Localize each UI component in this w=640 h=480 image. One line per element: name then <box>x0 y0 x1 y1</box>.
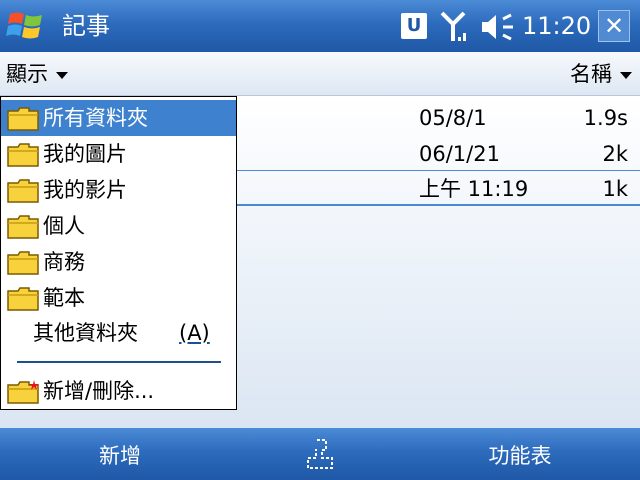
sort-label: 名稱 <box>570 62 612 86</box>
new-folder-icon <box>7 380 39 404</box>
filter-bar: 顯示 名稱 <box>0 52 640 96</box>
folder-item-label: 我的圖片 <box>43 142 127 166</box>
signal-icon[interactable] <box>440 10 468 44</box>
note-date: 05/8/1 <box>419 106 487 130</box>
folder-item-pictures[interactable]: 我的圖片 <box>1 136 236 172</box>
note-row[interactable]: 上午 11:19 1k <box>236 170 640 206</box>
folder-item-personal[interactable]: 個人 <box>1 208 236 244</box>
folder-icon <box>7 251 39 275</box>
folder-icon <box>7 107 39 131</box>
folder-item-label: 範本 <box>43 286 85 310</box>
dropdown-arrow-icon <box>56 71 68 79</box>
folder-item-label: 所有資料夾 <box>43 106 148 130</box>
folder-icon <box>7 179 39 203</box>
windows-start-icon[interactable] <box>6 8 46 44</box>
clock[interactable]: 11:20 <box>522 10 591 42</box>
add-delete-label: 新增/刪除... <box>43 379 155 403</box>
app-title: 記事 <box>62 12 110 40</box>
note-row[interactable]: 06/1/21 2k <box>236 136 640 172</box>
other-folders-label: 其他資料夾 <box>33 321 138 345</box>
other-folders-item[interactable]: 其他資料夾 (A) <box>33 319 210 347</box>
note-size: 1k <box>602 177 628 201</box>
note-row[interactable]: 05/8/1 1.9s <box>236 100 640 136</box>
folder-icon <box>7 287 39 311</box>
folder-item-business[interactable]: 商務 <box>1 244 236 280</box>
folder-item-label: 商務 <box>43 250 85 274</box>
note-date: 上午 11:19 <box>419 177 529 201</box>
menu-softkey[interactable]: 功能表 <box>400 428 640 480</box>
close-button[interactable]: ✕ <box>598 10 630 42</box>
folder-item-all[interactable]: 所有資料夾 <box>1 100 236 136</box>
folder-icon <box>7 143 39 167</box>
folder-item-videos[interactable]: 我的影片 <box>1 172 236 208</box>
menu-separator <box>17 361 221 363</box>
folder-dropdown: 所有資料夾 我的圖片 我的影片 個人 商務 範本 其他資料夾 (A) 新增/刪除… <box>0 96 237 410</box>
keyboard-input-icon[interactable] <box>302 436 338 472</box>
dropdown-arrow-icon <box>620 71 632 79</box>
folder-icon <box>7 215 39 239</box>
u-status-icon[interactable]: U <box>401 13 427 39</box>
folder-item-templates[interactable]: 範本 <box>1 280 236 316</box>
note-date: 06/1/21 <box>419 142 500 166</box>
volume-icon[interactable] <box>479 12 517 42</box>
sort-menu[interactable]: 名稱 <box>570 60 632 88</box>
title-bar: 記事 U 11:20 ✕ <box>0 0 640 52</box>
note-size: 2k <box>602 142 628 166</box>
show-filter-label: 顯示 <box>6 62 48 86</box>
new-softkey[interactable]: 新增 <box>0 428 240 480</box>
show-filter-menu[interactable]: 顯示 <box>6 60 68 88</box>
add-delete-folders-item[interactable]: 新增/刪除... <box>1 373 236 409</box>
folder-item-label: 個人 <box>43 214 85 238</box>
folder-item-label: 我的影片 <box>43 178 127 202</box>
note-size: 1.9s <box>583 106 628 130</box>
soft-key-bar: 新增 功能表 <box>0 428 640 480</box>
other-folders-hotkey: (A) <box>179 321 210 345</box>
